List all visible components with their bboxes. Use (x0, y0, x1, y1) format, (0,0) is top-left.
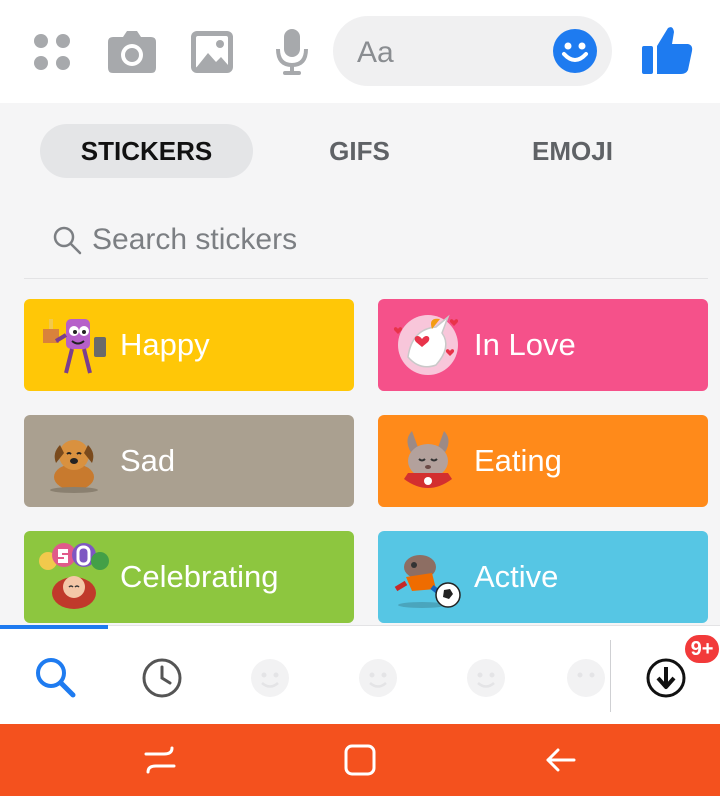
system-nav-bar (0, 724, 720, 796)
category-label: Active (474, 559, 559, 594)
sad-dog-sticker-icon (38, 427, 110, 495)
category-sad[interactable]: Sad (24, 415, 354, 507)
microphone-icon[interactable] (266, 26, 318, 78)
sticker-search[interactable]: Search stickers (0, 201, 720, 279)
sticker-pack-bar: 9+ (0, 625, 720, 724)
picker-tabs: STICKERS GIFS EMOJI (0, 103, 720, 201)
search-icon (52, 225, 84, 257)
recent-apps-icon[interactable] (142, 742, 178, 778)
download-icon[interactable] (640, 652, 692, 704)
category-happy[interactable]: Happy (24, 299, 354, 391)
sticker-store-badge: 9+ (683, 633, 720, 665)
category-label: Happy (120, 327, 210, 362)
tab-stickers[interactable]: STICKERS (40, 124, 253, 178)
message-input-placeholder: Aa (357, 36, 394, 69)
apps-grid-icon[interactable] (26, 26, 78, 78)
category-celebrating[interactable]: Celebrating (24, 531, 354, 623)
selected-pack-indicator (0, 625, 108, 629)
messenger-sticker-picker: Aa STICKERS GIFS EMOJI Search stickers H… (0, 0, 720, 796)
soccer-sticker-icon (392, 543, 464, 611)
sticker-category-grid: Happy In Love Sad Eating Celebrating Act… (0, 279, 720, 625)
camera-icon[interactable] (106, 26, 158, 78)
category-eating[interactable]: Eating (378, 415, 708, 507)
category-label: Sad (120, 443, 176, 478)
smiley-icon[interactable] (552, 28, 598, 74)
category-active[interactable]: Active (378, 531, 708, 623)
search-placeholder: Search stickers (92, 223, 298, 256)
message-input[interactable]: Aa (333, 16, 612, 86)
tab-emoji[interactable]: EMOJI (466, 124, 679, 178)
category-in-love[interactable]: In Love (378, 299, 708, 391)
composer-bar: Aa (0, 0, 720, 103)
back-icon[interactable] (542, 742, 578, 778)
tab-gifs[interactable]: GIFS (253, 124, 466, 178)
pack-bar-divider (610, 640, 611, 712)
category-label: Celebrating (120, 559, 279, 594)
pack-face-icon[interactable] (460, 652, 512, 704)
unicorn-sticker-icon (392, 311, 464, 379)
pack-face-icon[interactable] (244, 652, 296, 704)
pack-face-icon[interactable] (560, 652, 612, 704)
recent-clock-icon[interactable] (136, 652, 188, 704)
balloons-sticker-icon (38, 543, 110, 611)
happy-sticker-icon (38, 311, 110, 379)
home-icon[interactable] (342, 742, 378, 778)
thumbs-up-icon[interactable] (640, 24, 694, 78)
eating-bunny-sticker-icon (392, 427, 464, 495)
gallery-icon[interactable] (186, 26, 238, 78)
pack-face-icon[interactable] (352, 652, 404, 704)
category-label: Eating (474, 443, 562, 478)
search-icon[interactable] (30, 652, 82, 704)
category-label: In Love (474, 327, 576, 362)
